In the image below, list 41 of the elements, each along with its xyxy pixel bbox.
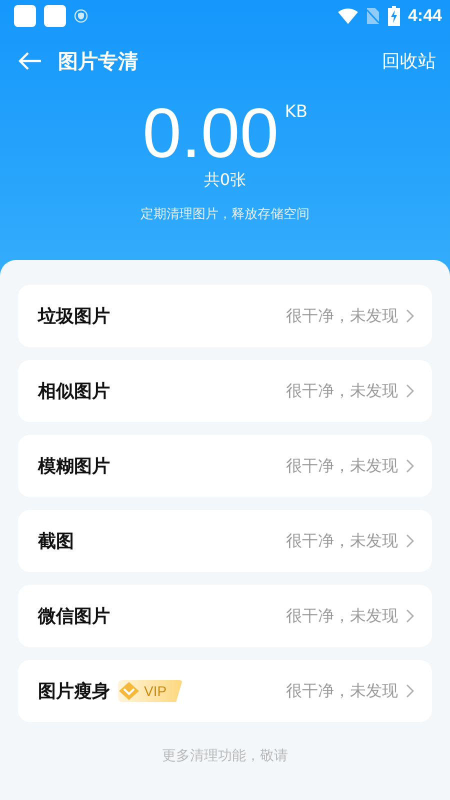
- vip-badge: VIP: [118, 680, 183, 702]
- category-label: 垃圾图片: [38, 305, 110, 328]
- category-label: 微信图片: [38, 605, 110, 628]
- category-row[interactable]: 图片瘦身 VIP 很干净，未发现: [18, 660, 432, 722]
- notification-icon: [14, 5, 36, 27]
- footer-note: 更多清理功能，敬请: [162, 747, 288, 765]
- category-label: 模糊图片: [38, 455, 110, 478]
- notification-icon: [44, 5, 66, 27]
- chevron-right-icon: [406, 459, 414, 473]
- size-unit: KB: [284, 102, 308, 122]
- chevron-right-icon: [406, 684, 414, 698]
- category-status: 很干净，未发现: [286, 456, 398, 476]
- category-row[interactable]: 微信图片 很干净，未发现: [18, 585, 432, 647]
- category-status: 很干净，未发现: [286, 306, 398, 326]
- category-label: 截图: [38, 530, 74, 553]
- category-row[interactable]: 相似图片 很干净，未发现: [18, 360, 432, 422]
- back-arrow-icon: [18, 51, 42, 71]
- category-row[interactable]: 截图 很干净，未发现: [18, 510, 432, 572]
- category-status: 很干净，未发现: [286, 606, 398, 626]
- chevron-right-icon: [406, 609, 414, 623]
- battery-charging-icon: [388, 6, 400, 26]
- category-row[interactable]: 垃圾图片 很干净，未发现: [18, 285, 432, 347]
- image-count: 共0张: [204, 170, 246, 191]
- wifi-icon: [338, 8, 358, 24]
- category-status: 很干净，未发现: [286, 530, 398, 552]
- back-button[interactable]: [18, 51, 42, 71]
- total-size: 0.00: [142, 96, 279, 170]
- category-label: 相似图片: [38, 380, 110, 403]
- category-status: 很干净，未发现: [286, 680, 398, 702]
- chevron-right-icon: [406, 384, 414, 398]
- no-sim-icon: [366, 7, 380, 25]
- diamond-icon: [118, 681, 140, 701]
- chevron-right-icon: [406, 534, 414, 548]
- category-label: 图片瘦身: [38, 680, 110, 703]
- category-row[interactable]: 模糊图片 很干净，未发现: [18, 435, 432, 497]
- category-status: 很干净，未发现: [286, 380, 398, 402]
- summary-hint: 定期清理图片，释放存储空间: [140, 206, 310, 223]
- shield-icon: [74, 9, 88, 23]
- status-time: 4:44: [408, 6, 442, 26]
- chevron-right-icon: [406, 309, 414, 323]
- page-title: 图片专清: [58, 48, 139, 74]
